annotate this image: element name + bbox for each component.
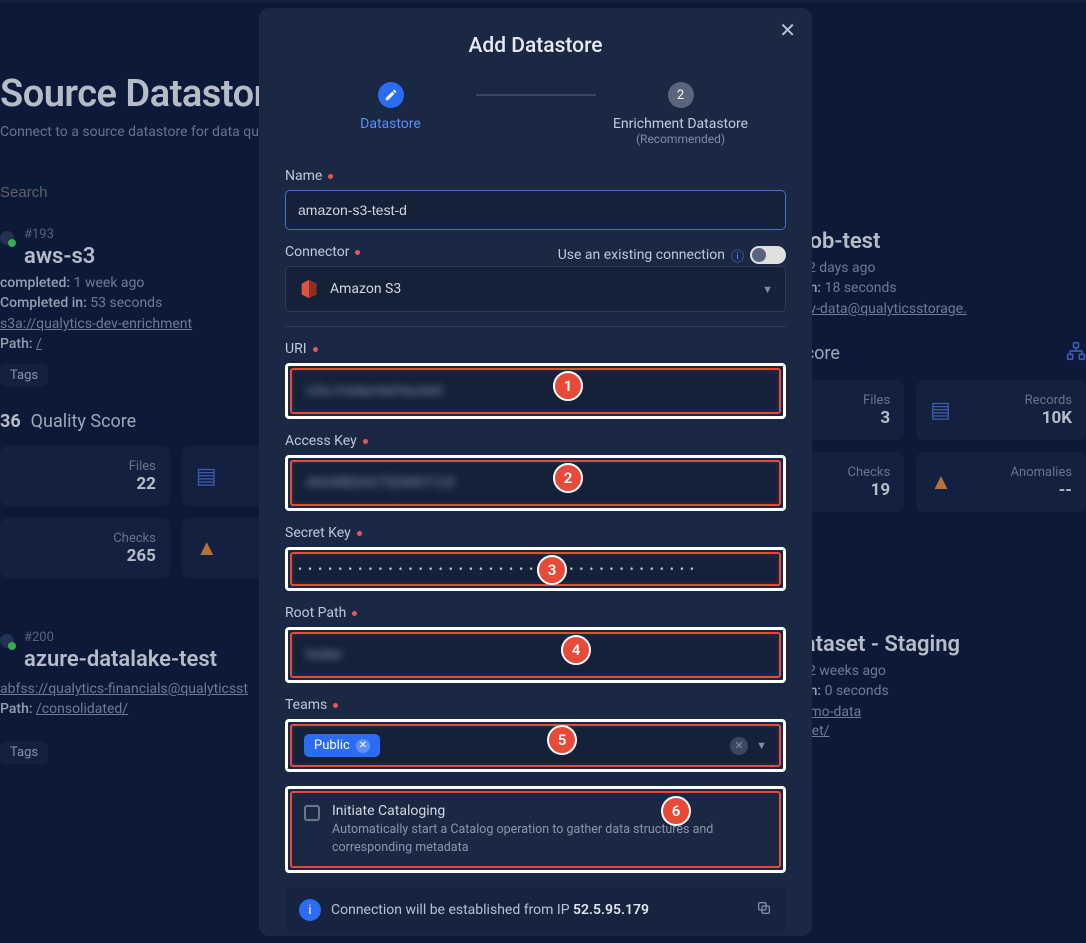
amazon-s3-icon [298, 278, 320, 300]
required-icon [333, 703, 338, 708]
modal-title: Add Datastore [285, 34, 786, 58]
connector-select[interactable]: Amazon S3 ▼ [285, 266, 786, 312]
divider [285, 326, 786, 327]
remove-chip-icon[interactable]: ✕ [356, 739, 370, 753]
callout-badge-5: 5 [547, 725, 577, 755]
access-key-label: Access Key [285, 433, 786, 449]
team-chip[interactable]: Public ✕ [304, 734, 380, 757]
chevron-down-icon: ▼ [756, 739, 767, 752]
teams-select[interactable]: Public ✕ ✕ ▼ [294, 728, 777, 763]
required-icon [352, 611, 357, 616]
callout-badge-4: 4 [561, 635, 591, 665]
initiate-catalog-desc: Automatically start a Catalog operation … [332, 821, 767, 856]
ip-info-banner: i Connection will be established from IP… [285, 887, 786, 933]
required-icon [355, 250, 360, 255]
secret-key-label: Secret Key [285, 525, 786, 541]
uri-input[interactable]: s3a://redacted-bucket [294, 372, 777, 410]
root-path-label: Root Path [285, 605, 786, 621]
secret-key-input[interactable]: •••••••••••••••••••••••••••••••••••••••• [294, 556, 777, 582]
pencil-icon [384, 88, 398, 102]
step-2-circle[interactable]: 2 [668, 82, 694, 108]
required-icon [328, 174, 333, 179]
required-icon [357, 531, 362, 536]
callout-badge-1: 1 [553, 371, 583, 401]
info-icon[interactable]: ⓘ [731, 246, 744, 265]
initiate-catalog-checkbox[interactable] [304, 805, 320, 821]
required-icon [313, 347, 318, 352]
initiate-catalog-title: Initiate Cataloging [332, 803, 767, 819]
callout-badge-2: 2 [553, 463, 583, 493]
close-icon[interactable]: ✕ [779, 18, 796, 42]
add-datastore-modal: ✕ Add Datastore Datastore 2 Enrichment D… [259, 8, 812, 936]
uri-label: URI [285, 341, 786, 357]
required-icon [363, 439, 368, 444]
name-label: Name [285, 168, 786, 184]
use-existing-toggle[interactable] [750, 246, 786, 264]
connector-value: Amazon S3 [330, 281, 401, 297]
connector-label: Connector [285, 244, 360, 260]
teams-label: Teams [285, 697, 786, 713]
info-icon: i [299, 899, 321, 921]
step-1-circle[interactable] [378, 82, 404, 108]
root-path-input[interactable]: folder [294, 636, 777, 674]
callout-badge-6: 6 [661, 796, 691, 826]
copy-icon[interactable] [756, 900, 772, 920]
step-2-sublabel: (Recommended) [636, 132, 725, 146]
access-key-input[interactable]: AKIAREDACTEDKEY123 [294, 464, 777, 502]
step-2-label: Enrichment Datastore [613, 116, 748, 132]
stepper: Datastore 2 Enrichment Datastore (Recomm… [285, 82, 786, 146]
step-1-label: Datastore [360, 116, 421, 132]
clear-icon[interactable]: ✕ [730, 737, 748, 755]
chevron-down-icon: ▼ [762, 283, 773, 296]
name-input[interactable] [285, 190, 786, 230]
callout-badge-3: 3 [537, 555, 567, 585]
use-existing-label: Use an existing connection [558, 247, 725, 263]
